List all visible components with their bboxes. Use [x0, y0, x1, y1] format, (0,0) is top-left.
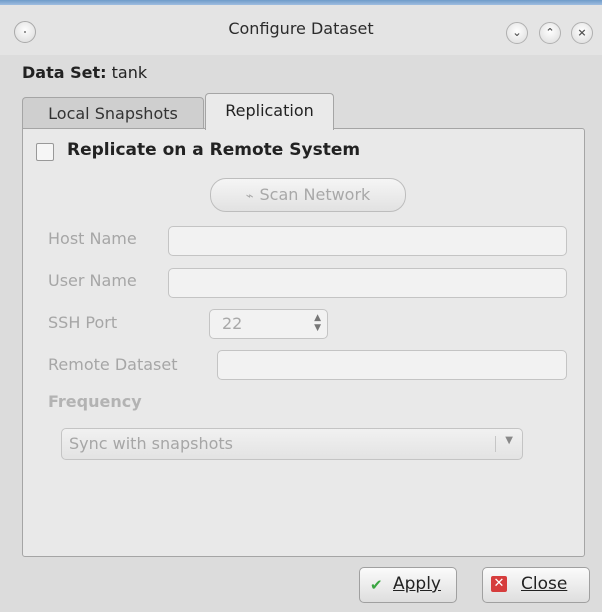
ssh-port-value: 22 [222, 314, 243, 333]
title-bar[interactable]: Configure Dataset ⌄ ⌃ × [0, 5, 602, 55]
close-button[interactable]: ✕ Close [482, 567, 590, 603]
frequency-label: Frequency [48, 392, 142, 411]
tab-local-snapshots[interactable]: Local Snapshots [22, 97, 204, 130]
dataset-line: Data Set: tank [22, 63, 147, 82]
frequency-select[interactable]: Sync with snapshots ▼ [61, 428, 523, 460]
spin-arrows-icon[interactable]: ▲ ▼ [314, 313, 321, 333]
user-name-label: User Name [48, 271, 137, 290]
close-window-icon[interactable]: × [571, 22, 593, 44]
minimize-icon[interactable]: ⌄ [506, 22, 528, 44]
host-name-label: Host Name [48, 229, 137, 248]
apply-button-label: Apply [393, 574, 441, 594]
combo-separator [495, 436, 496, 452]
dropdown-arrow-icon[interactable]: ▼ [505, 435, 513, 446]
scan-network-label: Scan Network [259, 185, 371, 204]
remote-dataset-field[interactable] [217, 350, 567, 380]
close-button-label: Close [521, 574, 568, 594]
replicate-checkbox[interactable] [36, 143, 54, 161]
user-name-field[interactable] [168, 268, 567, 298]
scan-network-button[interactable]: ⌁ Scan Network [210, 178, 406, 212]
maximize-icon[interactable]: ⌃ [539, 22, 561, 44]
ssh-port-spinbox[interactable]: 22 ▲ ▼ [209, 309, 328, 339]
frequency-value: Sync with snapshots [69, 434, 233, 453]
apply-button[interactable]: ✔ Apply [359, 567, 457, 603]
replicate-checkbox-label[interactable]: Replicate on a Remote System [67, 140, 360, 160]
host-name-field[interactable] [168, 226, 567, 256]
remote-dataset-label: Remote Dataset [48, 355, 178, 374]
dataset-value: tank [111, 63, 148, 82]
ssh-port-label: SSH Port [48, 313, 118, 332]
tab-replication[interactable]: Replication [205, 93, 334, 130]
x-box-icon: ✕ [491, 576, 507, 592]
dataset-label: Data Set: [22, 63, 107, 82]
wifi-antenna-icon: ⌁ [245, 189, 254, 204]
checkmark-icon: ✔ [370, 576, 383, 594]
